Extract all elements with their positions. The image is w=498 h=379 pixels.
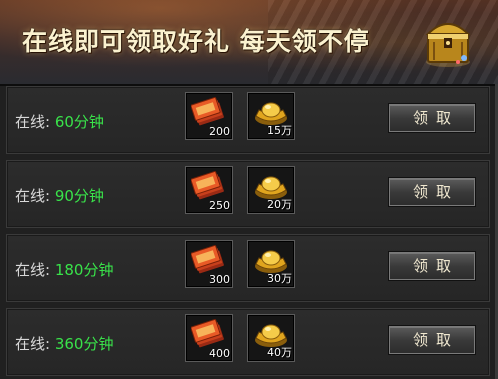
reward-row: 在线: 90分钟 250 20万 领取 — [6, 160, 490, 228]
claim-button[interactable]: 领取 — [389, 326, 475, 354]
reward-slot-ticket[interactable]: 200 — [185, 92, 233, 140]
online-prefix: 在线: — [15, 187, 55, 205]
reward-slot-ticket[interactable]: 250 — [185, 166, 233, 214]
claim-button[interactable]: 领取 — [389, 252, 475, 280]
online-time-label: 在线: 360分钟 — [15, 333, 113, 354]
reward-slot-gold[interactable]: 15万 — [247, 92, 295, 140]
online-time-label: 在线: 60分钟 — [15, 111, 104, 132]
item-quantity: 40万 — [267, 346, 292, 359]
online-duration: 60分钟 — [54, 113, 104, 131]
item-quantity: 200 — [209, 125, 230, 138]
reward-row: 在线: 60分钟 200 15万 领取 — [6, 86, 490, 154]
reward-slot-gold[interactable]: 40万 — [247, 314, 295, 362]
reward-row: 在线: 180分钟 300 30万 领取 — [6, 234, 490, 302]
online-time-label: 在线: 180分钟 — [15, 259, 113, 280]
online-prefix: 在线: — [15, 261, 55, 279]
reward-slot-ticket[interactable]: 300 — [185, 240, 233, 288]
item-quantity: 300 — [209, 273, 230, 286]
online-prefix: 在线: — [15, 335, 55, 353]
reward-slot-gold[interactable]: 20万 — [247, 166, 295, 214]
item-quantity: 250 — [209, 199, 230, 212]
reward-slot-gold[interactable]: 30万 — [247, 240, 295, 288]
claim-button[interactable]: 领取 — [389, 104, 475, 132]
item-quantity: 400 — [209, 347, 230, 360]
claim-button[interactable]: 领取 — [389, 178, 475, 206]
item-quantity: 30万 — [267, 272, 292, 285]
online-prefix: 在线: — [15, 113, 55, 131]
online-time-label: 在线: 90分钟 — [15, 185, 104, 206]
banner-title: 在线即可领取好礼 每天领不停 — [22, 27, 370, 56]
item-quantity: 20万 — [267, 198, 292, 211]
item-quantity: 15万 — [267, 124, 292, 137]
online-duration: 180分钟 — [54, 261, 114, 279]
reward-slot-ticket[interactable]: 400 — [185, 314, 233, 362]
reward-banner: 在线即可领取好礼 每天领不停 — [0, 0, 498, 86]
online-duration: 360分钟 — [54, 335, 114, 353]
online-reward-panel: 在线即可领取好礼 每天领不停 在线: 60分钟 200 15万 领取 在线: 9… — [0, 0, 498, 379]
online-duration: 90分钟 — [54, 187, 104, 205]
treasure-chest-icon — [424, 12, 472, 68]
reward-row: 在线: 360分钟 400 40万 领取 — [6, 308, 490, 376]
